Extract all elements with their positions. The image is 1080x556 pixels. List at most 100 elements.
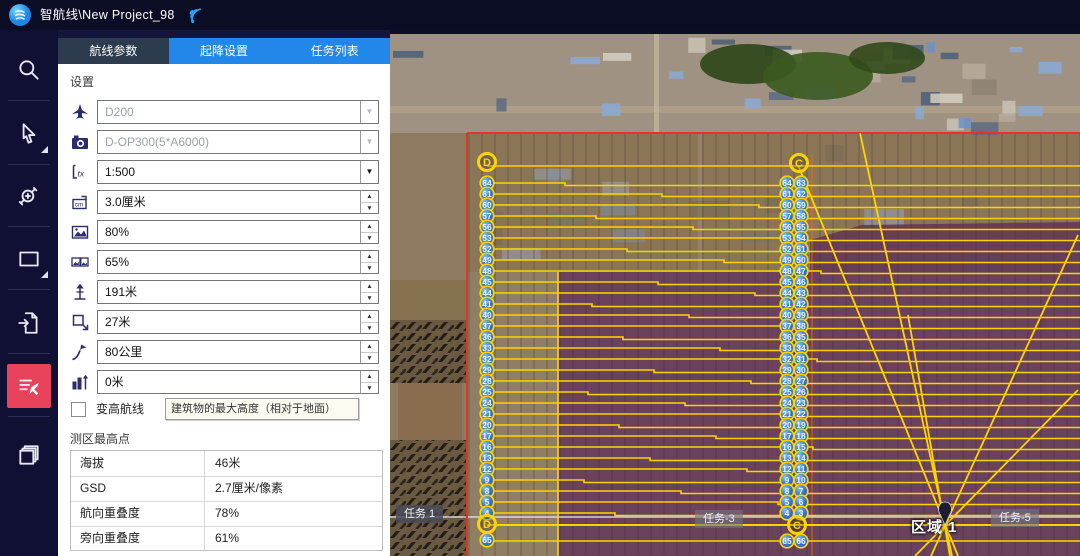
map-scale-value: 1:500 — [105, 161, 135, 183]
app-logo-icon — [9, 4, 31, 26]
boundary-margin-spinner[interactable]: ▲▼ — [360, 311, 378, 333]
margin-icon — [71, 313, 89, 331]
forward-overlap-input[interactable]: 80% ▲▼ — [97, 220, 379, 244]
aircraft-model-dropdown-button[interactable]: ▼ — [360, 101, 378, 123]
svg-text:4: 4 — [785, 508, 790, 518]
task-badge-3[interactable]: 任务-3 — [695, 510, 743, 528]
survey-stats-table: 海拔46米GSD2.7厘米/像素航向重叠度78%旁向重叠度61% — [70, 450, 383, 551]
app-title: 智航线\New Project_98 — [40, 0, 175, 30]
side-overlap-value: 65% — [105, 251, 129, 273]
submenu-corner-icon — [41, 146, 48, 153]
svg-text:D: D — [483, 157, 491, 169]
tab-takeoff-settings[interactable]: 起降设置 — [169, 38, 280, 64]
field-row-aircraft-model: D200 ▼ — [58, 100, 390, 124]
toolbar-separator — [8, 226, 50, 227]
layers-icon — [16, 442, 42, 468]
toolbar-separator — [8, 416, 50, 417]
map-scale-input[interactable]: 1:500 ▼ — [97, 160, 379, 184]
forward-overlap-value: 80% — [105, 221, 129, 243]
flight-altitude-spinner[interactable]: ▲▼ — [360, 281, 378, 303]
camera-model-value: D-OP300(5*A6000) — [105, 131, 209, 153]
stats-value: 46米 — [205, 451, 382, 476]
field-row-boundary-margin: 27米 ▲▼ — [58, 310, 390, 334]
boundary-margin-input[interactable]: 27米 ▲▼ — [97, 310, 379, 334]
field-row-gsd: cm 3.0厘米▲▼ — [58, 190, 390, 214]
toolbar-separator — [8, 353, 50, 354]
svg-text:66: 66 — [796, 536, 806, 546]
tool-search[interactable] — [7, 48, 51, 92]
field-row-side-overlap: 65% ▲▼ — [58, 250, 390, 274]
task-badge-1[interactable]: 任务 1 — [396, 505, 443, 523]
field-row-max-distance: 80公里 ▲▼ — [58, 340, 390, 364]
scale-icon: tx — [71, 163, 89, 181]
max-distance-spinner[interactable]: ▲▼ — [360, 341, 378, 363]
tab-route-params[interactable]: 航线参数 — [58, 38, 169, 64]
stats-value: 78% — [205, 501, 382, 526]
max-distance-input[interactable]: 80公里 ▲▼ — [97, 340, 379, 364]
camera-model-input: D-OP300(5*A6000) ▼ — [97, 130, 379, 154]
tool-draw-rectangle[interactable] — [7, 237, 51, 281]
stats-row-1: 海拔46米 — [71, 451, 382, 477]
stats-row-2: GSD2.7厘米/像素 — [71, 476, 382, 502]
application-window: { "title_bar": { "app_title": "智航线\\New … — [0, 0, 1080, 556]
altitude-icon — [71, 283, 89, 301]
region-label: 区域 1 — [911, 516, 958, 537]
svg-text:cm: cm — [75, 202, 84, 209]
submenu-corner-icon — [41, 271, 48, 278]
gsd-spinner[interactable]: ▲▼ — [360, 191, 378, 213]
distance-icon — [71, 343, 89, 361]
stats-row-3: 航向重叠度78% — [71, 501, 382, 527]
gsd-icon: cm — [71, 193, 89, 211]
task-badge-5[interactable]: 任务-5 — [991, 509, 1039, 527]
camera-model-dropdown-button[interactable]: ▼ — [360, 131, 378, 153]
stats-row-4: 旁向重叠度61% — [71, 526, 382, 551]
map-scale-dropdown-button[interactable]: ▼ — [360, 161, 378, 183]
gsd-input[interactable]: 3.0厘米▲▼ — [97, 190, 379, 214]
stats-label: 旁向重叠度 — [71, 526, 205, 551]
rectangle-icon — [16, 246, 42, 272]
svg-text:tx: tx — [78, 169, 85, 179]
boundary-margin-value: 27米 — [105, 311, 130, 333]
tool-import-file[interactable] — [7, 301, 51, 345]
tool-layers[interactable] — [7, 433, 51, 477]
side-overlap-icon — [71, 253, 89, 271]
search-icon — [16, 57, 42, 83]
stats-value: 61% — [205, 526, 382, 551]
aircraft-icon — [71, 103, 89, 121]
tool-select-cursor[interactable] — [7, 112, 51, 156]
tool-route-edit[interactable] — [7, 364, 51, 408]
flight-altitude-input[interactable]: 191米 ▲▼ — [97, 280, 379, 304]
svg-text:D: D — [483, 519, 491, 531]
signal-waves-icon — [186, 5, 206, 25]
tab-task-list[interactable]: 任务列表 — [279, 38, 390, 64]
side-overlap-spinner[interactable]: ▲▼ — [360, 251, 378, 273]
toolbar-separator — [8, 164, 50, 165]
variable-height-checkbox[interactable] — [71, 402, 86, 417]
max-distance-value: 80公里 — [105, 341, 142, 363]
forward-overlap-spinner[interactable]: ▲▼ — [360, 221, 378, 243]
aircraft-model-value: D200 — [105, 101, 134, 123]
field-row-map-scale: tx 1:500 ▼ — [58, 160, 390, 184]
field-row-flight-altitude: 191米 ▲▼ — [58, 280, 390, 304]
aircraft-model-input: D200 ▼ — [97, 100, 379, 124]
toolbar-separator — [8, 100, 50, 101]
flight-altitude-value: 191米 — [105, 281, 137, 303]
terrain-height-input[interactable]: 0米 ▲▼ — [97, 370, 379, 394]
panel-body: 设置 D200▼D-OP300(5*A6000)▼tx1:500▼cm3.0厘米… — [58, 64, 390, 556]
tooltip: 建筑物的最大高度（相对于地面） — [165, 398, 359, 420]
camera-icon — [71, 133, 89, 151]
map-scene: DC64616057565352494845444140373633322928… — [390, 34, 1080, 556]
field-row-terrain-height: 0米 ▲▼ — [58, 370, 390, 394]
terrain-height-value: 0米 — [105, 371, 124, 393]
forward-overlap-icon — [71, 223, 89, 241]
map-canvas[interactable]: 任务 1 任务-3 任务-5 区域 1 DC646160575653524948… — [390, 34, 1080, 556]
variable-height-label: 变高航线 — [96, 401, 144, 417]
tool-palette — [0, 30, 58, 556]
side-overlap-input[interactable]: 65% ▲▼ — [97, 250, 379, 274]
cursor-icon — [16, 121, 42, 147]
field-row-forward-overlap: 80% ▲▼ — [58, 220, 390, 244]
terrain-height-spinner[interactable]: ▲▼ — [360, 371, 378, 393]
tool-zoom-area[interactable] — [7, 174, 51, 218]
svg-text:65: 65 — [782, 536, 792, 546]
stats-label: 航向重叠度 — [71, 501, 205, 526]
